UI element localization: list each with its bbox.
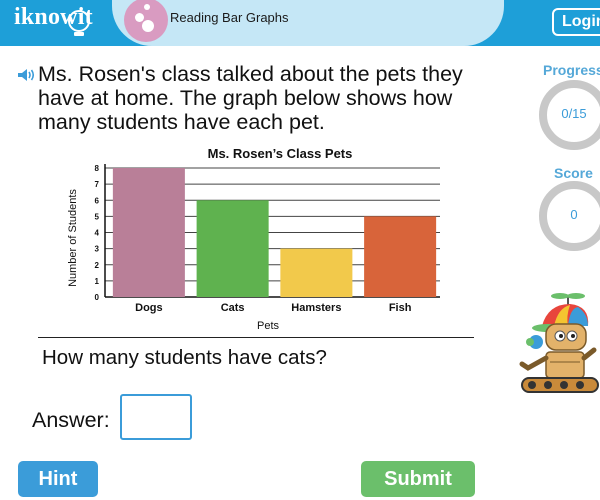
score-value: 0: [570, 207, 578, 222]
x-axis-label: Pets: [257, 320, 280, 332]
y-tick-label: 7: [95, 180, 100, 189]
x-tick-label: Dogs: [135, 302, 163, 314]
login-button[interactable]: Login: [552, 8, 600, 36]
y-tick-label: 6: [95, 196, 100, 205]
y-tick-label: 4: [95, 229, 100, 238]
divider: [38, 337, 474, 338]
lightbulb-icon: [68, 10, 90, 32]
robot-mascot-image: [519, 293, 599, 393]
lesson-icon: [124, 0, 168, 42]
question-prompt: Ms. Rosen's class talked about the pets …: [38, 62, 463, 134]
bar-cats: [196, 200, 269, 297]
progress-label: Progress: [543, 62, 600, 78]
progress-value: 0/15: [561, 106, 587, 121]
x-tick-label: Fish: [389, 302, 412, 314]
y-tick-label: 8: [95, 164, 100, 173]
y-axis-label: Number of Students: [67, 189, 79, 287]
submit-button[interactable]: Submit: [361, 461, 475, 497]
answer-label: Answer:: [32, 408, 110, 432]
bar-fish: [364, 216, 437, 297]
question-text: How many students have cats?: [42, 346, 327, 369]
speaker-icon[interactable]: [17, 68, 37, 82]
bar-dogs: [112, 168, 185, 297]
y-tick-label: 1: [95, 277, 100, 286]
y-tick-label: 5: [95, 212, 100, 221]
score-label: Score: [554, 165, 593, 181]
y-tick-label: 0: [95, 293, 100, 302]
x-tick-label: Cats: [221, 302, 245, 314]
bar-chart: Ms. Rosen’s Class Pets 0 1 2 3 4 5 6 7 8 Dogs Cat…: [67, 146, 440, 332]
hint-button[interactable]: Hint: [18, 461, 98, 497]
answer-input[interactable]: [120, 394, 192, 440]
x-tick-label: Hamsters: [291, 302, 341, 314]
chart-title: Ms. Rosen’s Class Pets: [208, 146, 353, 161]
lesson-title: Reading Bar Graphs: [170, 10, 289, 25]
y-tick-label: 2: [95, 261, 100, 270]
lightbulb-base-icon: [74, 32, 84, 36]
bar-hamsters: [280, 248, 353, 297]
y-tick-label: 3: [95, 245, 100, 254]
